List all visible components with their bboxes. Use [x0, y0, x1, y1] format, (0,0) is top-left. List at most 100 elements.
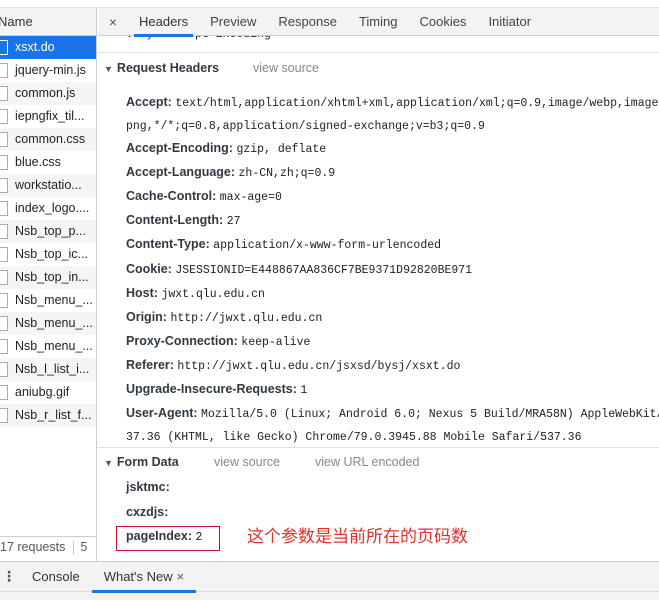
- header-value: 1: [300, 384, 308, 397]
- request-row[interactable]: Nsb_r_list_f...: [0, 404, 96, 427]
- request-row[interactable]: jquery-min.js: [0, 59, 96, 82]
- file-icon: [0, 293, 8, 308]
- request-name: Nsb_top_ic...: [15, 247, 88, 261]
- header-value: text/html,application/xhtml+xml,applicat…: [175, 97, 659, 110]
- request-count: 17 requests: [0, 540, 66, 554]
- request-name: aniubg.gif: [15, 385, 70, 399]
- drawer-tab-what-s-new[interactable]: What's New ×: [91, 562, 197, 593]
- header-value: 37.36 (KHTML, like Gecko) Chrome/79.0.39…: [126, 431, 582, 444]
- header-row: User-Agent: Mozilla/5.0 (Linux; Android …: [126, 406, 659, 421]
- request-row[interactable]: Nsb_l_list_i...: [0, 358, 96, 381]
- drawer-tab-console[interactable]: Console: [20, 562, 92, 592]
- request-row[interactable]: aniubg.gif: [0, 381, 96, 404]
- file-icon: [0, 155, 8, 170]
- tab-label: Console: [32, 568, 80, 584]
- request-row[interactable]: xsxt.do: [0, 36, 96, 59]
- request-headers-section[interactable]: ▼ Request Headers: [104, 61, 219, 75]
- triangle-down-icon: ▼: [104, 64, 113, 74]
- request-row[interactable]: common.js: [0, 82, 96, 105]
- status-bar: 17 requests 5: [0, 536, 96, 561]
- form-data-section[interactable]: ▼ Form Data: [104, 455, 179, 469]
- header-value: 27: [226, 215, 241, 228]
- header-row: png,*/*;q=0.8,application/signed-exchang…: [126, 118, 485, 133]
- header-value: zh-CN,zh;q=0.9: [238, 167, 336, 180]
- request-row[interactable]: Nsb_menu_...: [0, 289, 96, 312]
- header-value: max-age=0: [219, 191, 282, 204]
- tab-label: What's New: [103, 568, 173, 584]
- tab-timing[interactable]: Timing: [348, 8, 409, 36]
- header-value: application/x-www-form-urlencoded: [213, 239, 442, 252]
- request-name: Nsb_menu_...: [15, 316, 93, 330]
- header-row: 37.36 (KHTML, like Gecko) Chrome/79.0.39…: [126, 429, 581, 444]
- header-key: Cache-Control:: [126, 189, 217, 203]
- request-list: xsxt.do jquery-min.js common.js iepngfix_ti…: [0, 36, 96, 427]
- request-name: common.css: [15, 132, 86, 146]
- request-name: common.js: [15, 86, 76, 100]
- view-source-link[interactable]: view source: [214, 455, 280, 469]
- request-row[interactable]: Nsb_top_in...: [0, 266, 96, 289]
- annotation-text: 这个参数是当前所在的页码数: [247, 527, 468, 547]
- detail-tabs: × Headers Preview Response Timing Cookies Ini…: [98, 8, 659, 37]
- request-list-panel: Name xsxt.do jquery-min.js common.js iepngf…: [0, 8, 97, 561]
- request-row[interactable]: index_logo....: [0, 197, 96, 220]
- file-icon: [0, 132, 8, 147]
- header-key: Accept-Encoding:: [126, 141, 233, 155]
- header-key: Host:: [126, 286, 158, 300]
- request-row[interactable]: Nsb_menu_...: [0, 335, 96, 358]
- tab-response[interactable]: Response: [267, 8, 348, 36]
- close-icon[interactable]: ×: [98, 14, 128, 30]
- view-url-encoded-link[interactable]: view URL encoded: [315, 455, 419, 469]
- request-name: iepngfix_til...: [15, 109, 85, 123]
- tab-initiator[interactable]: Initiator: [477, 8, 542, 36]
- request-row[interactable]: common.css: [0, 128, 96, 151]
- more-menu-icon[interactable]: ⋮: [0, 568, 18, 585]
- file-icon: [0, 339, 8, 354]
- file-icon: [0, 385, 8, 400]
- request-row[interactable]: iepngfix_til...: [0, 105, 96, 128]
- header-row: Content-Type: application/x-www-form-url…: [126, 237, 441, 252]
- header-row: Accept-Language: zh-CN,zh;q=0.9: [126, 165, 335, 180]
- close-icon[interactable]: ×: [177, 569, 185, 584]
- request-name: Nsb_menu_...: [15, 293, 93, 307]
- bottom-drawer: ⋮ Console What's New ×: [0, 561, 659, 600]
- file-icon: [0, 270, 8, 285]
- request-name: Nsb_r_list_f...: [15, 408, 92, 422]
- request-name: Nsb_top_in...: [15, 270, 89, 284]
- view-source-link[interactable]: view source: [253, 61, 319, 75]
- header-key: Content-Length:: [126, 213, 224, 227]
- header-row: Host: jwxt.qlu.edu.cn: [126, 286, 265, 301]
- request-name: jquery-min.js: [15, 63, 86, 77]
- file-icon: [0, 63, 8, 78]
- header-row: Proxy-Connection: keep-alive: [126, 334, 310, 349]
- section-title: Request Headers: [116, 61, 220, 75]
- tab-headers[interactable]: Headers: [128, 8, 199, 37]
- request-row[interactable]: Nsb_menu_...: [0, 312, 96, 335]
- tab-preview[interactable]: Preview: [199, 8, 267, 36]
- header-row: Cookie: JSESSIONID=E448867AA836CF7BE9371…: [126, 262, 472, 277]
- request-name: Nsb_menu_...: [15, 339, 93, 353]
- header-key: Content-Type:: [126, 237, 210, 251]
- file-icon: [0, 247, 8, 262]
- tab-cookies[interactable]: Cookies: [408, 8, 477, 36]
- name-column-header[interactable]: Name: [0, 8, 96, 36]
- file-icon: [0, 40, 8, 55]
- header-key: Upgrade-Insecure-Requests:: [126, 382, 297, 396]
- header-key: Origin:: [126, 310, 167, 324]
- header-row: Content-Length: 27: [126, 213, 241, 228]
- request-row[interactable]: Nsb_top_ic...: [0, 243, 96, 266]
- request-row[interactable]: Nsb_top_p...: [0, 220, 96, 243]
- request-name: Nsb_l_list_i...: [15, 362, 90, 376]
- section-title: Form Data: [116, 455, 179, 469]
- form-key: cxzdjs:: [126, 505, 169, 519]
- request-row[interactable]: blue.css: [0, 151, 96, 174]
- request-name: blue.css: [15, 155, 61, 169]
- file-icon: [0, 178, 8, 193]
- file-icon: [0, 408, 8, 423]
- highlight-box: [116, 526, 220, 551]
- top-strip: [0, 0, 659, 8]
- request-name: xsxt.do: [15, 40, 55, 54]
- request-row[interactable]: workstatio...: [0, 174, 96, 197]
- transfer-summary: 5: [80, 540, 88, 554]
- request-name: index_logo....: [15, 201, 90, 215]
- form-key: jsktmc:: [126, 480, 170, 494]
